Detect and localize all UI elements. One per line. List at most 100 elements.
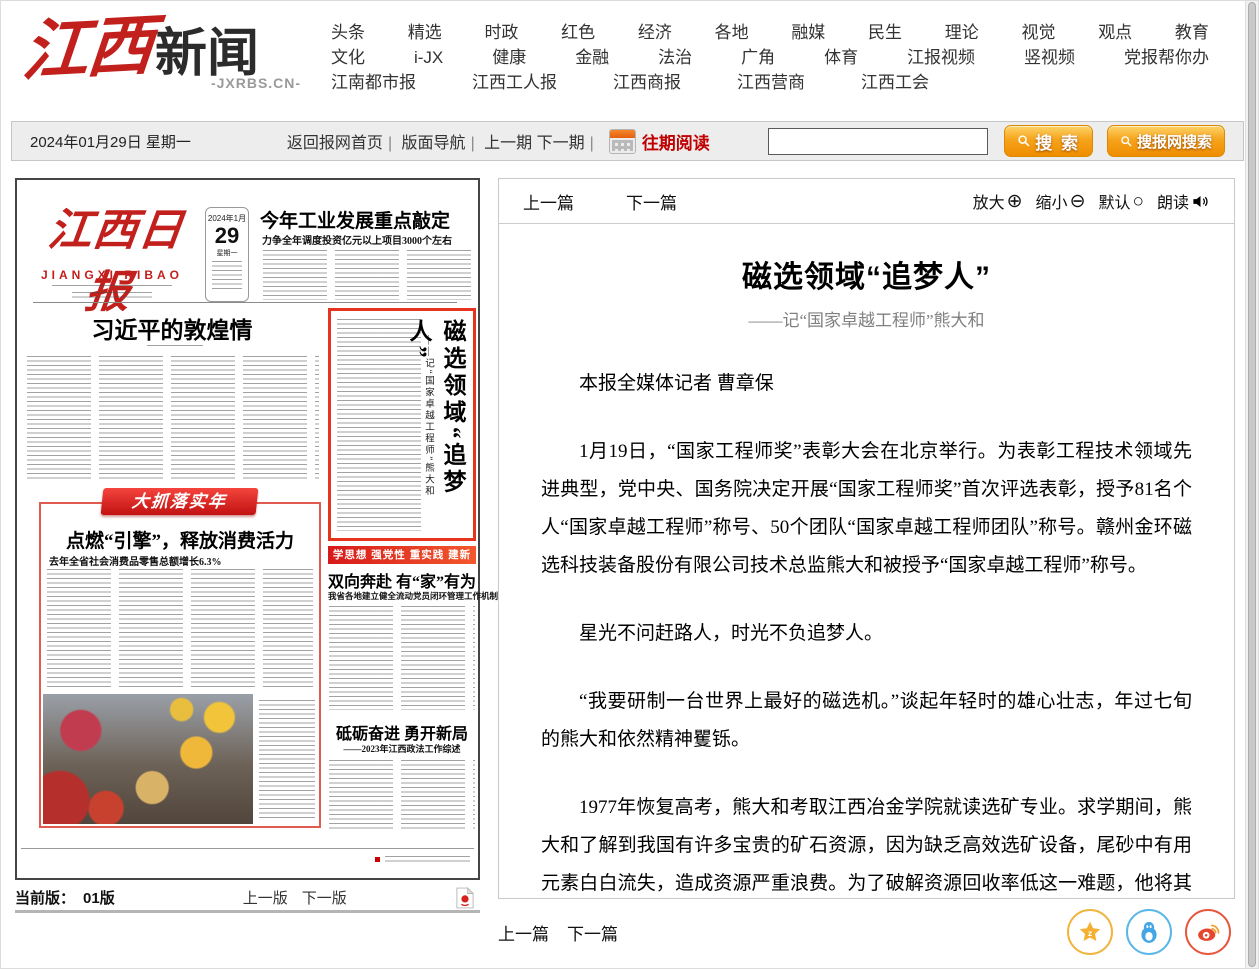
text-filler xyxy=(329,760,475,832)
zoom-out-control[interactable]: 缩小⊖ xyxy=(1036,189,1086,213)
paper-twoway-story-subtitle: 我省各地建立健全流动党员闭环管理工作机制 xyxy=(328,590,476,602)
nav-item-media[interactable]: 融媒 xyxy=(791,20,825,45)
nav-item-jx-business[interactable]: 江西营商 xyxy=(737,70,805,95)
nav-item-livelihood[interactable]: 民生 xyxy=(868,20,902,45)
prev-issue-link[interactable]: 上一期 xyxy=(484,135,532,152)
nav-item-finance[interactable]: 金融 xyxy=(575,45,609,70)
nav-item-headlines[interactable]: 头条 xyxy=(331,20,365,45)
site-search-button[interactable]: 搜报网搜索 xyxy=(1107,125,1225,157)
paper-masthead-eng: JIANGXI RIBAO xyxy=(27,268,197,282)
red-square-marker xyxy=(375,857,380,862)
newspaper-photo xyxy=(43,694,253,824)
separator: | xyxy=(585,135,599,152)
zoom-in-control[interactable]: 放大⊕ xyxy=(973,189,1023,213)
nav-item-business-daily[interactable]: 江西商报 xyxy=(613,70,681,95)
search-input[interactable] xyxy=(768,128,988,155)
nav-item-regions[interactable]: 各地 xyxy=(715,20,749,45)
nav-row-3: 江南都市报 江西工人报 江西商报 江西营商 江西工会 xyxy=(331,70,1209,95)
article-paragraph: 1月19日，“国家工程师奖”表彰大会在北京举行。为表彰工程技术领域先进典型，党中… xyxy=(541,433,1192,585)
page-nav-link[interactable]: 版面导航 xyxy=(402,135,466,152)
text-filler xyxy=(72,292,152,299)
calendar-icon-grid xyxy=(612,140,633,151)
qq-penguin-icon[interactable] xyxy=(1126,909,1172,955)
text-filler xyxy=(212,261,242,289)
toolbar-links: 返回报网首页| 版面导航| 上一期 下一期| xyxy=(287,129,599,153)
nav-item-education[interactable]: 教育 xyxy=(1175,20,1209,45)
nav-item-visual[interactable]: 视觉 xyxy=(1021,20,1055,45)
next-page-link[interactable]: 下一版 xyxy=(302,887,347,908)
paper-twoway-story-title: 双向奔赴 有“家”有为 xyxy=(328,568,476,592)
nav-item-party-help[interactable]: 党报帮你办 xyxy=(1124,45,1209,70)
text-filler xyxy=(259,700,315,820)
site-search-button-label: 搜报网搜索 xyxy=(1137,131,1212,152)
nav-item-jb-video[interactable]: 江报视频 xyxy=(907,45,975,70)
back-home-link[interactable]: 返回报网首页 xyxy=(287,135,383,152)
nav-item-politics[interactable]: 时政 xyxy=(484,20,518,45)
zoom-in-label: 放大 xyxy=(973,189,1005,213)
nav-item-jiangnan-metro[interactable]: 江南都市报 xyxy=(331,70,416,95)
prev-page-link[interactable]: 上一版 xyxy=(243,887,288,908)
separator: | xyxy=(466,135,480,152)
prev-article-link[interactable]: 上一篇 xyxy=(523,189,574,214)
nav-item-opinion[interactable]: 观点 xyxy=(1098,20,1132,45)
text-filler xyxy=(147,345,203,349)
highlight-title: 磁选领域“追梦人” xyxy=(401,319,469,534)
current-page-value: 01版 xyxy=(83,887,115,908)
paper-consume-story-title: 点燃“引擎”，释放消费活力 xyxy=(47,526,313,553)
current-page-label: 当前版： xyxy=(15,887,75,908)
text-filler xyxy=(263,250,471,300)
scrollbar[interactable] xyxy=(1245,1,1258,969)
newspaper-page-image[interactable]: 江西日报 JIANGXI RIBAO 2024年1月 29 星期一 今年工业发展… xyxy=(15,178,480,880)
page-bar: 当前版： 01版 上一版 下一版 xyxy=(15,885,480,913)
read-aloud-control[interactable]: 朗读 xyxy=(1157,189,1210,213)
paper-date-weekday: 星期一 xyxy=(206,248,248,258)
nav-item-vertical-video[interactable]: 竖视频 xyxy=(1024,45,1075,70)
next-issue-link[interactable]: 下一期 xyxy=(537,135,585,152)
pdf-icon[interactable] xyxy=(456,887,474,909)
default-size-control[interactable]: 默认○ xyxy=(1098,189,1144,213)
article-body: 磁选领域“追梦人” ——记“国家卓越工程师”熊大和 本报全媒体记者 曹章保 1月… xyxy=(499,252,1234,899)
nav-item-sports[interactable]: 体育 xyxy=(824,45,858,70)
nav-item-jx-union[interactable]: 江西工会 xyxy=(861,70,929,95)
nav-item-law[interactable]: 法治 xyxy=(658,45,692,70)
default-size-icon: ○ xyxy=(1133,192,1144,211)
site-logo[interactable]: 江西新闻 -JXRBS.CN- xyxy=(23,9,323,101)
nav-item-theory[interactable]: 理论 xyxy=(945,20,979,45)
text-filler xyxy=(329,606,475,710)
weibo-icon[interactable] xyxy=(1185,909,1231,955)
paper-top-story-title: 今年工业发展重点敲定 xyxy=(260,206,450,233)
paper-xi-story-title: 习近平的敦煌情 xyxy=(27,311,317,345)
article-toolbar: 上一篇 下一篇 放大⊕ 缩小⊖ 默认○ 朗读 xyxy=(499,179,1234,224)
paper-consume-story-subtitle: 去年全省社会消费品零售总额增长6.3% xyxy=(49,553,222,568)
nav-item-culture[interactable]: 文化 xyxy=(331,45,365,70)
qzone-share-icon[interactable]: z xyxy=(1067,909,1113,955)
speaker-icon xyxy=(1191,192,1210,211)
divider xyxy=(33,302,457,303)
calendar-icon[interactable] xyxy=(609,129,636,154)
next-article-link-bottom[interactable]: 下一篇 xyxy=(567,920,618,945)
nav-item-featured[interactable]: 精选 xyxy=(408,20,442,45)
scrollbar-thumb[interactable] xyxy=(1248,2,1256,967)
search-button[interactable]: 搜 索 xyxy=(1004,125,1093,157)
paper-forge-story-title: 砥砺奋进 勇开新局 xyxy=(328,720,476,744)
text-filler xyxy=(52,285,172,289)
text-filler xyxy=(27,356,319,482)
prev-article-link-bottom[interactable]: 上一篇 xyxy=(498,920,549,945)
current-date: 2024年01月29日 星期一 xyxy=(30,131,191,152)
next-article-link[interactable]: 下一篇 xyxy=(626,189,677,214)
archive-link[interactable]: 往期阅读 xyxy=(642,129,710,154)
paper-slogan-banner: 学思想 强党性 重实践 建新功 xyxy=(328,546,476,564)
divider xyxy=(21,848,474,849)
paper-masthead-title: 江西日报 xyxy=(19,200,204,324)
nav-item-economy[interactable]: 经济 xyxy=(638,20,672,45)
nav-item-ijx[interactable]: i-JX xyxy=(414,45,443,70)
nav-item-health[interactable]: 健康 xyxy=(492,45,526,70)
article-paragraph: 星光不问赶路人，时光不负追梦人。 xyxy=(541,615,1192,653)
nav-item-red[interactable]: 红色 xyxy=(561,20,595,45)
nav-item-wide-angle[interactable]: 广角 xyxy=(741,45,775,70)
nav-item-workers-daily[interactable]: 江西工人报 xyxy=(472,70,557,95)
search-icon xyxy=(1120,135,1133,148)
logo-brand-text: 江西 xyxy=(19,6,155,95)
zoom-in-icon: ⊕ xyxy=(1007,192,1023,211)
highlighted-article-box[interactable]: ——记“国家卓越工程师”熊大和 磁选领域“追梦人” xyxy=(328,308,476,541)
